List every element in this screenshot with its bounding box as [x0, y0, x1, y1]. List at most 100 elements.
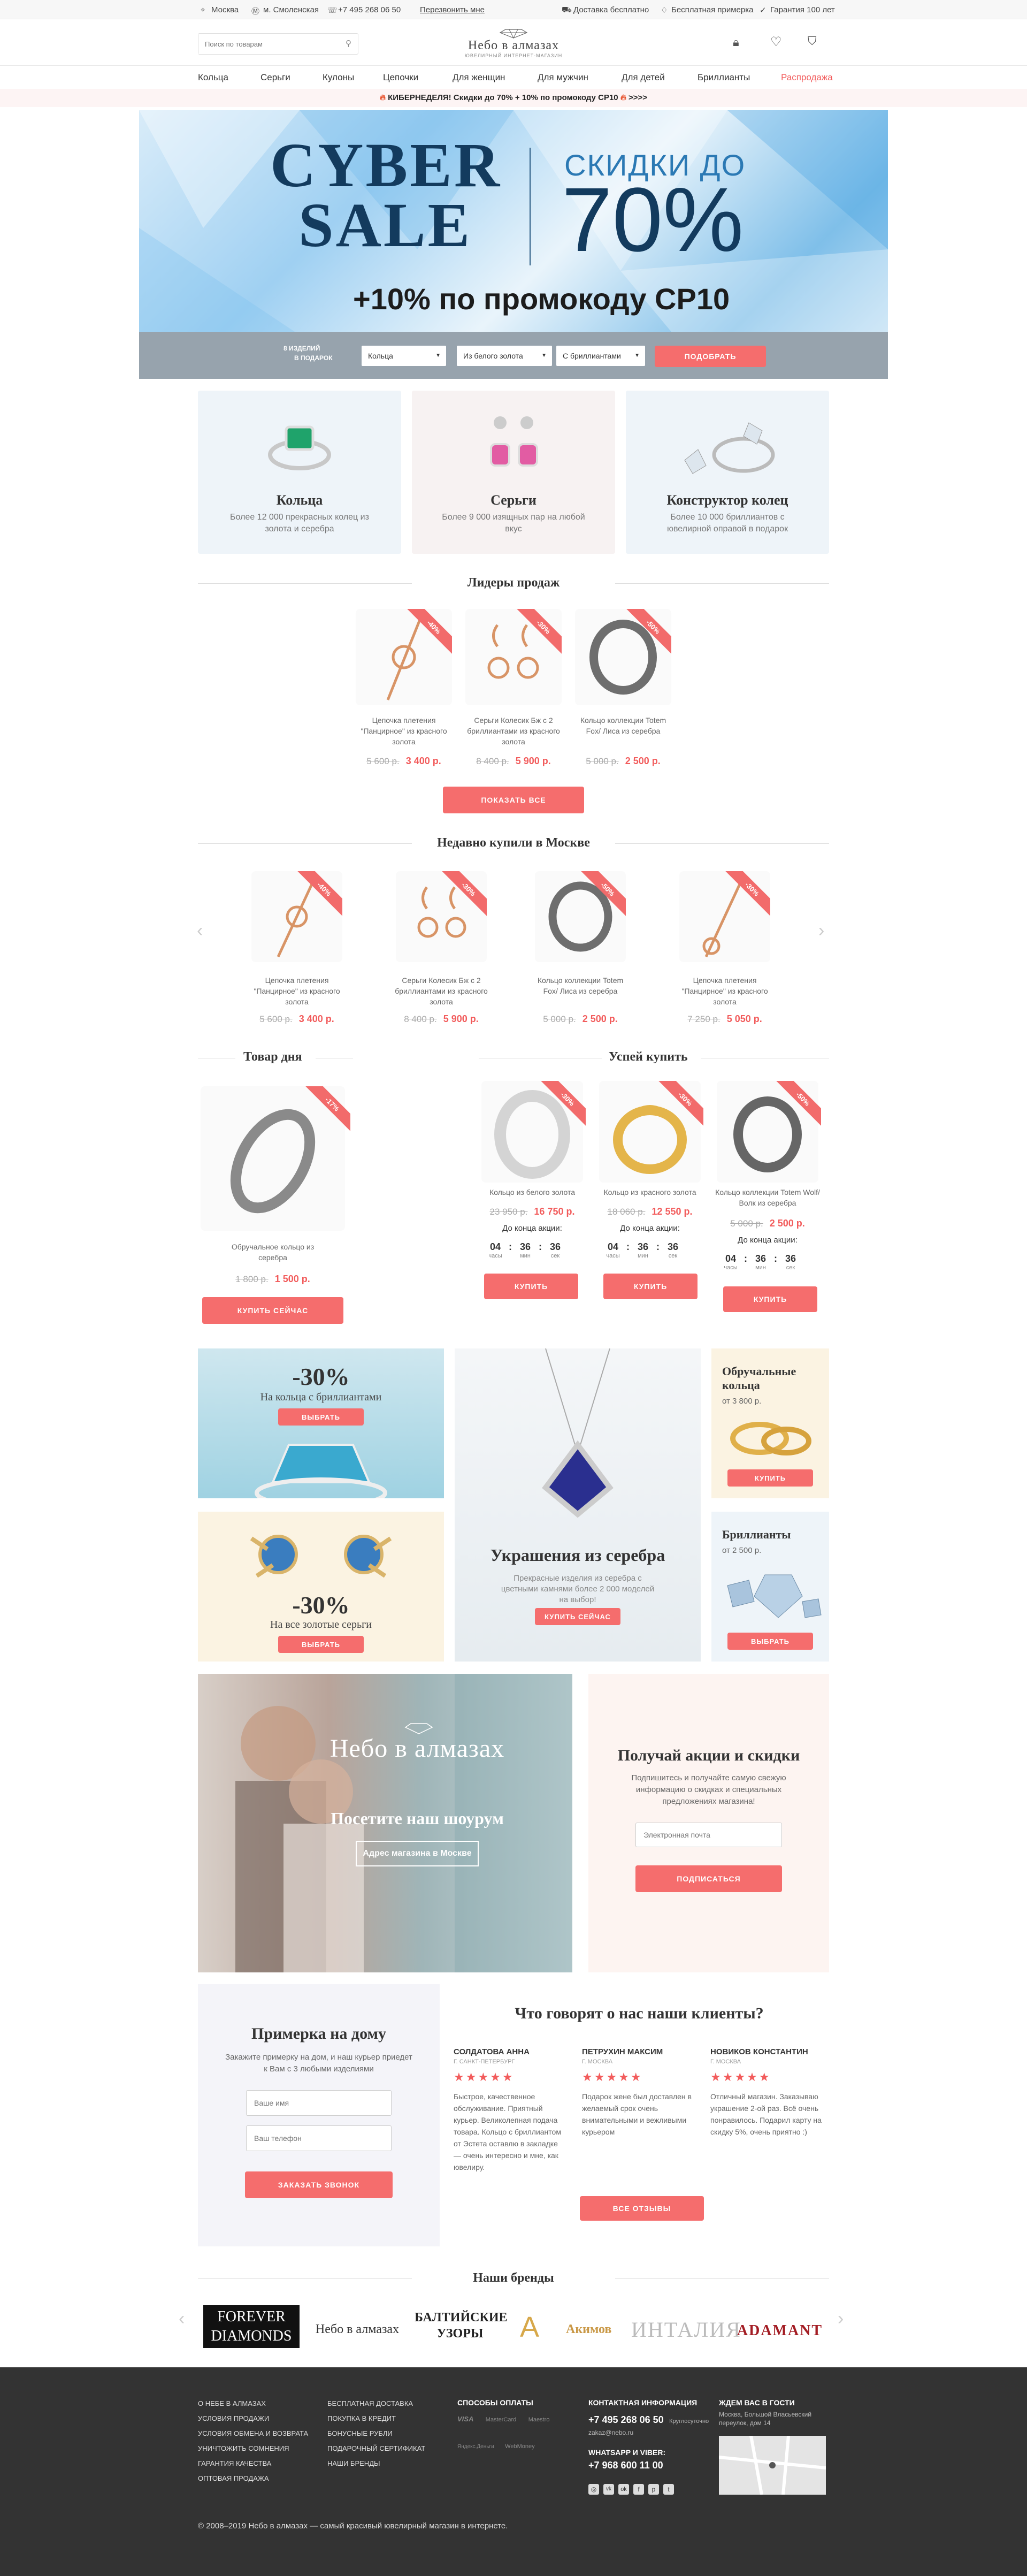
filter-submit-button[interactable]: ПОДОБРАТЬ: [655, 346, 766, 367]
brand-adamant[interactable]: ADAMANT: [732, 2322, 828, 2339]
filter-type-select[interactable]: Кольца ▼: [362, 346, 446, 366]
banner-choose-button[interactable]: ВЫБРАТЬ: [278, 1636, 364, 1653]
footer-link[interactable]: Условия продажи: [198, 2411, 308, 2426]
nav-sale[interactable]: Распродажа: [781, 72, 833, 83]
name-input[interactable]: [246, 2090, 392, 2116]
nav-chains[interactable]: Цепочки: [383, 72, 418, 83]
banner-diamond-rings[interactable]: -30% На кольца с бриллиантами ВЫБРАТЬ: [198, 1348, 444, 1498]
all-reviews-button[interactable]: ВСЕ ОТЗЫВЫ: [580, 2196, 704, 2221]
banner-gold-earrings[interactable]: -30% На все золотые серьги ВЫБРАТЬ: [198, 1512, 444, 1662]
search-icon[interactable]: ⚲: [346, 39, 351, 48]
nav-earrings[interactable]: Серьги: [260, 72, 290, 83]
search-input[interactable]: [198, 34, 327, 54]
filter-stone-select[interactable]: С бриллиантами ▼: [556, 346, 645, 366]
nav-kids[interactable]: Для детей: [622, 72, 665, 83]
footer-email[interactable]: zakaz@nebo.ru: [588, 2429, 717, 2436]
phone-input[interactable]: [246, 2125, 392, 2151]
timer-minutes-label: мин: [520, 1253, 531, 1259]
showroom-banner[interactable]: Небо в алмазах Посетите наш шоурум Адрес…: [198, 1674, 572, 1972]
category-card-constructor[interactable]: Конструктор колец Более 10 000 бриллиант…: [626, 391, 829, 554]
footer-link[interactable]: Бесплатная доставка: [327, 2396, 425, 2411]
banner-buy-button[interactable]: КУПИТЬ: [727, 1469, 813, 1487]
product-name[interactable]: Серьги Колесик Бж с 2 бриллиантами из кр…: [390, 975, 492, 1007]
show-all-button[interactable]: ПОКАЗАТЬ ВСЕ: [443, 787, 584, 813]
footer-map[interactable]: [718, 2435, 826, 2495]
nav-women[interactable]: Для женщин: [453, 72, 505, 83]
vk-icon[interactable]: vk: [603, 2484, 614, 2495]
filter-metal-select[interactable]: Из белого золота ▼: [457, 346, 552, 366]
nav-divider: [0, 65, 1027, 66]
product-name[interactable]: Кольцо из белого золота: [479, 1187, 586, 1198]
footer-link[interactable]: Оптовая продажа: [198, 2471, 308, 2486]
footer-whatsapp-phone[interactable]: +7 968 600 11 00: [588, 2460, 717, 2471]
nav-pendants[interactable]: Кулоны: [323, 72, 354, 83]
chevron-right-icon[interactable]: ›: [818, 920, 824, 941]
instagram-icon[interactable]: ◎: [588, 2484, 599, 2495]
promo-strip[interactable]: 🔥︎ КИБЕРНЕДЕЛЯ! Скидки до 70% + 10% по п…: [0, 89, 1027, 107]
footer-link[interactable]: Подарочный сертификат: [327, 2441, 425, 2456]
footer-link[interactable]: Уничтожить сомнения: [198, 2441, 308, 2456]
product-name[interactable]: Кольцо коллекции Totem Fox/ Лиса из сере…: [572, 715, 674, 736]
banner-choose-button[interactable]: ВЫБРАТЬ: [727, 1633, 813, 1650]
delivery-link[interactable]: Доставка бесплатно: [573, 5, 649, 14]
footer-link[interactable]: Бонусные рубли: [327, 2426, 425, 2441]
brand-akimov[interactable]: Акимов: [566, 2322, 611, 2337]
product-name[interactable]: Цепочка плетения "Панцирное" из красного…: [674, 975, 776, 1007]
metro-link[interactable]: м. Смоленская: [263, 5, 319, 14]
product-name[interactable]: Цепочка плетения "Панцирное" из красного…: [353, 715, 455, 747]
facebook-icon[interactable]: f: [633, 2484, 644, 2495]
heart-icon[interactable]: ♡: [770, 34, 782, 50]
nav-diamonds[interactable]: Бриллианты: [698, 72, 750, 83]
product-name[interactable]: Цепочка плетения "Панцирное" из красного…: [246, 975, 348, 1007]
product-name[interactable]: Кольцо коллекции Totem Wolf/Волк из сере…: [714, 1187, 821, 1208]
showroom-address-button[interactable]: Адрес магазина в Москве: [356, 1841, 479, 1866]
new-price: 5 050 р.: [726, 1013, 762, 1024]
brand-nebo[interactable]: Небо в алмазах: [309, 2322, 405, 2337]
order-call-button[interactable]: ЗАКАЗАТЬ ЗВОНОК: [245, 2171, 393, 2198]
banner-silver[interactable]: Украшения из серебра Прекрасные изделия …: [455, 1348, 701, 1662]
footer-link[interactable]: О небе в алмазах: [198, 2396, 308, 2411]
nav-rings[interactable]: Кольца: [198, 72, 228, 83]
banner-buy-now-button[interactable]: КУПИТЬ СЕЙЧАС: [535, 1608, 620, 1625]
subscribe-button[interactable]: ПОДПИСАТЬСЯ: [635, 1865, 782, 1892]
footer-phone[interactable]: +7 495 268 06 50: [588, 2414, 664, 2425]
warranty-link[interactable]: Гарантия 100 лет: [770, 5, 835, 14]
pinterest-icon[interactable]: p: [648, 2484, 659, 2495]
logo[interactable]: Небо в алмазах ЮВЕЛИРНЫЙ ИНТЕРНЕТ-МАГАЗИ…: [460, 28, 567, 61]
footer-link[interactable]: Условия обмена и возврата: [198, 2426, 308, 2441]
fitting-link[interactable]: Бесплатная примерка: [671, 5, 753, 14]
buy-now-button[interactable]: КУПИТЬ СЕЙЧАС: [202, 1297, 343, 1324]
twitter-icon[interactable]: t: [663, 2484, 674, 2495]
footer-link[interactable]: Покупка в кредит: [327, 2411, 425, 2426]
search-box[interactable]: ⚲: [198, 33, 358, 55]
hero-banner[interactable]: CYBER SALE СКИДКИ ДО 70% +10% по промоко…: [139, 110, 888, 379]
chevron-right-icon[interactable]: ›: [838, 2308, 844, 2329]
deal-product-name[interactable]: Обручальное кольцо из серебра: [219, 1241, 326, 1263]
brand-forever-diamonds[interactable]: FOREVER DIAMONDS: [203, 2305, 300, 2348]
banner-wedding-rings[interactable]: Обручальные кольца от 3 800 р. КУПИТЬ: [711, 1348, 829, 1498]
phone-link[interactable]: +7 495 268 06 50: [338, 5, 401, 14]
brand-intaliya[interactable]: ИНТАЛИЯ: [631, 2317, 740, 2342]
brand-baltic[interactable]: БАЛТИЙСКИЕ УЗОРЫ: [415, 2310, 508, 2342]
product-name[interactable]: Кольцо коллекции Totem Fox/ Лиса из сере…: [530, 975, 631, 996]
nav-men[interactable]: Для мужчин: [538, 72, 588, 83]
lock-icon[interactable]: 🔒︎: [733, 35, 739, 49]
chevron-left-icon[interactable]: ‹: [179, 2308, 185, 2329]
footer-link[interactable]: Наши бренды: [327, 2456, 425, 2471]
buy-button[interactable]: КУПИТЬ: [603, 1274, 698, 1299]
product-name[interactable]: Серьги Колесик Бж с 2 бриллиантами из кр…: [463, 715, 564, 747]
banner-choose-button[interactable]: ВЫБРАТЬ: [278, 1408, 364, 1426]
odnoklassniki-icon[interactable]: ok: [618, 2484, 629, 2495]
footer-link[interactable]: Гарантия качества: [198, 2456, 308, 2471]
banner-diamonds[interactable]: Бриллианты от 2 500 р. ВЫБРАТЬ: [711, 1512, 829, 1662]
buy-button[interactable]: КУПИТЬ: [484, 1274, 578, 1299]
subscribe-email-input[interactable]: [635, 1823, 782, 1847]
city-link[interactable]: Москва: [211, 5, 239, 14]
category-card-earrings[interactable]: Серьги Более 9 000 изящных пар на любой …: [412, 391, 615, 554]
chevron-left-icon[interactable]: ‹: [197, 920, 203, 941]
cart-icon[interactable]: ⛉: [808, 34, 817, 48]
buy-button[interactable]: КУПИТЬ: [723, 1286, 817, 1312]
product-name[interactable]: Кольцо из красного золота: [596, 1187, 703, 1198]
category-card-rings[interactable]: Кольца Более 12 000 прекрасных колец из …: [198, 391, 401, 554]
callback-link[interactable]: Перезвонить мне: [420, 5, 485, 14]
